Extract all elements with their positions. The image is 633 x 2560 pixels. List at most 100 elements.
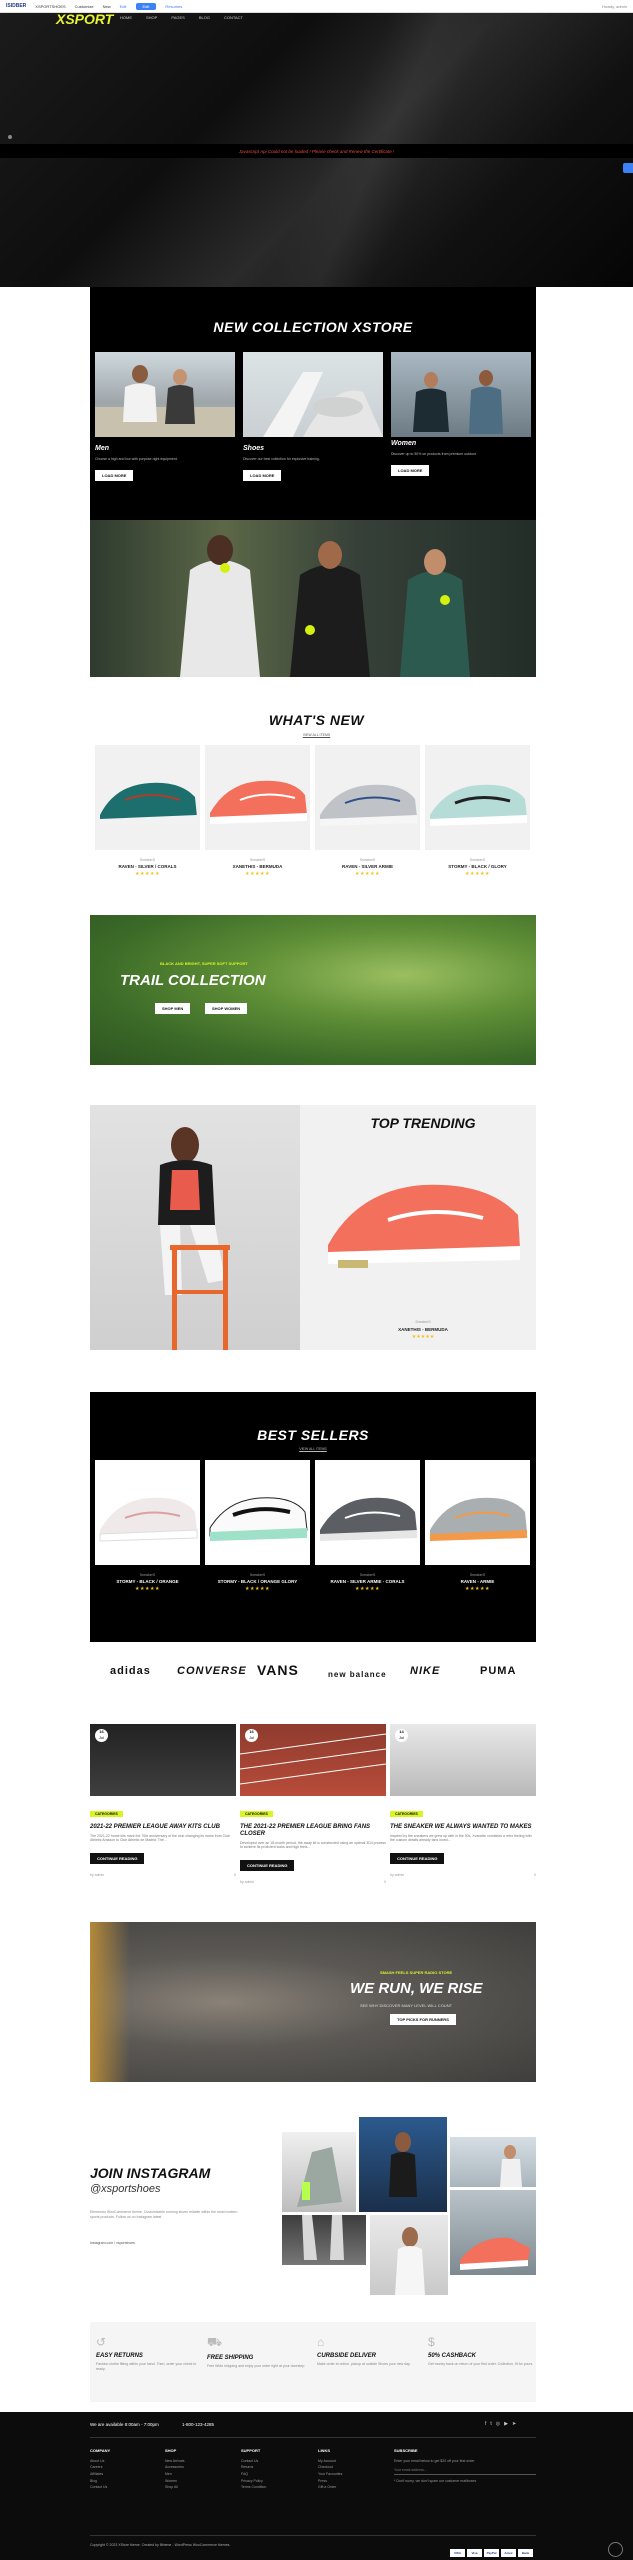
instagram-photo[interactable] <box>282 2215 366 2265</box>
admin-account[interactable]: Howdy, admin <box>602 4 627 9</box>
trending-name[interactable]: XANETHIS - BERMUDA <box>318 1327 528 1332</box>
blog-post-title[interactable]: THE 2021-22 PREMIER LEAGUE BRING FANS CL… <box>240 1824 386 1838</box>
product-image[interactable] <box>425 745 530 850</box>
footer-link[interactable]: Terms Condition <box>241 2484 266 2491</box>
footer-link[interactable]: Accessories <box>165 2464 184 2471</box>
blog-comments[interactable]: 0 <box>234 1873 236 1877</box>
blog-author[interactable]: by admin <box>390 1873 404 1877</box>
nav-shop[interactable]: SHOP <box>146 15 157 20</box>
blog-post-image[interactable]: 16 Jul <box>240 1724 386 1796</box>
nav-blog[interactable]: BLOG <box>199 15 210 20</box>
product-image[interactable] <box>315 1460 420 1565</box>
admin-item-resumes[interactable]: Resumes <box>165 4 182 9</box>
brand-logo-puma[interactable]: PUMA <box>480 1665 516 1677</box>
blog-category-tag[interactable]: CATEGORIES <box>240 1811 273 1817</box>
brand-logo-converse[interactable]: CONVERSE <box>177 1665 247 1677</box>
product-name[interactable]: STORMY - BLACK / ORANGE GLORY <box>205 1579 310 1584</box>
product-card[interactable]: SneakerS STORMY - BLACK / ORANGE ★★★★★ <box>95 1460 200 1592</box>
side-toggle-button[interactable] <box>623 163 633 173</box>
women-load-more-button[interactable]: LOAD MORE <box>391 465 430 476</box>
men-title[interactable]: Men <box>95 445 109 452</box>
shoes-category-image[interactable] <box>243 352 383 437</box>
shop-men-button[interactable]: SHOP MEN <box>155 1003 191 1014</box>
admin-edit-button[interactable]: Edit <box>135 2 157 10</box>
footer-link[interactable]: Checkout <box>318 2464 342 2471</box>
shop-women-button[interactable]: SHOP WOMEN <box>205 1003 248 1014</box>
product-image[interactable] <box>205 745 310 850</box>
blog-post-title[interactable]: 2021-22 PREMIER LEAGUE AWAY KITS CLUB <box>90 1824 236 1831</box>
footer-link[interactable]: FAQ <box>241 2471 266 2478</box>
footer-link[interactable]: My Account <box>318 2458 342 2465</box>
footer-link[interactable]: Your Favourites <box>318 2471 342 2478</box>
hotspot-marker[interactable] <box>220 563 230 573</box>
product-card[interactable]: SneakerS RAVEN - SILVER / CORALS ★★★★★ <box>95 745 200 877</box>
product-card[interactable]: SneakerS RAVEN - ARMIE ★★★★★ <box>425 1460 530 1592</box>
product-image[interactable] <box>425 1460 530 1565</box>
admin-item-customize[interactable]: Customize <box>75 4 94 9</box>
footer-link[interactable]: Careers <box>90 2464 110 2471</box>
instagram-link[interactable]: Instagram.com / xsportshoes <box>90 2241 135 2245</box>
instagram-photo[interactable] <box>370 2215 448 2295</box>
footer-link[interactable]: Blog <box>90 2478 110 2485</box>
brand-logo-vans[interactable]: VANS <box>257 1662 299 1678</box>
shoes-load-more-button[interactable]: LOAD MORE <box>243 470 282 481</box>
product-image[interactable] <box>95 1460 200 1565</box>
admin-site-link[interactable]: XSPORTSHOES <box>35 4 65 9</box>
footer-link[interactable]: New Arrivals <box>165 2458 184 2465</box>
footer-link[interactable]: Gift a Order <box>318 2484 342 2491</box>
footer-phone[interactable]: 1-800-123-4285 <box>182 2422 214 2427</box>
site-logo[interactable]: XSPORT <box>56 13 113 27</box>
footer-link[interactable]: Contact Us <box>90 2484 110 2491</box>
footer-link[interactable]: Men <box>165 2471 184 2478</box>
footer-link[interactable]: Women <box>165 2478 184 2485</box>
footer-link[interactable]: Contact Us <box>241 2458 266 2465</box>
blog-author[interactable]: by admin <box>90 1873 104 1877</box>
product-image[interactable] <box>315 745 420 850</box>
blog-post-image[interactable]: 14 Jul <box>390 1724 536 1796</box>
trending-product-image[interactable] <box>318 1160 528 1280</box>
instagram-icon[interactable]: ◎ <box>496 2421 504 2427</box>
men-load-more-button[interactable]: LOAD MORE <box>95 470 134 481</box>
whats-new-view-all-link[interactable]: VIEW ALL ITEMS <box>0 733 633 737</box>
blog-author[interactable]: by admin <box>240 1880 254 1884</box>
women-title[interactable]: Women <box>391 440 416 447</box>
top-picks-button[interactable]: TOP PICKS FOR RUNNERS <box>390 2014 456 2025</box>
blog-post-title[interactable]: THE SNEAKER WE ALWAYS WANTED TO MAKES <box>390 1824 536 1831</box>
product-card[interactable]: SneakerS XANETHIS - BERMUDA ★★★★★ <box>205 745 310 877</box>
footer-link[interactable]: Shop All <box>165 2484 184 2491</box>
footer-link[interactable]: Press <box>318 2478 342 2485</box>
brand-logo-nike[interactable]: NIKE <box>410 1665 440 1677</box>
admin-logo[interactable]: ISIDBER <box>6 3 26 9</box>
scroll-top-button[interactable] <box>608 2542 623 2557</box>
instagram-handle[interactable]: @xsportshoes <box>90 2183 160 2195</box>
hotspot-marker[interactable] <box>440 595 450 605</box>
youtube-icon[interactable]: ▶ <box>504 2421 512 2427</box>
nav-contact[interactable]: CONTACT <box>224 15 243 20</box>
continue-reading-button[interactable]: CONTINUE READING <box>240 1859 295 1871</box>
product-card[interactable]: SneakerS STORMY - BLACK / GLORY ★★★★★ <box>425 745 530 877</box>
instagram-photo[interactable] <box>282 2132 356 2212</box>
footer-link[interactable]: Returns <box>241 2464 266 2471</box>
blog-comments[interactable]: 0 <box>384 1880 386 1884</box>
nav-home[interactable]: HOME <box>120 15 132 20</box>
instagram-photo[interactable] <box>450 2137 536 2187</box>
blog-post-image[interactable]: 16 Jul <box>90 1724 236 1796</box>
blog-category-tag[interactable]: CATEGORIES <box>390 1811 423 1817</box>
footer-link[interactable]: About Us <box>90 2458 110 2465</box>
brand-logo-new-balance[interactable]: new balance <box>328 1670 387 1679</box>
footer-link[interactable]: Privacy Policy <box>241 2478 266 2485</box>
admin-item-new[interactable]: New <box>103 4 111 9</box>
best-sellers-view-all-link[interactable]: VIEW ALL ITEMS <box>90 1447 536 1451</box>
product-name[interactable]: RAVEN - ARMIE <box>425 1579 530 1584</box>
blog-category-tag[interactable]: CATEGORIES <box>90 1811 123 1817</box>
product-image[interactable] <box>95 745 200 850</box>
footer-link[interactable]: Affiliates <box>90 2471 110 2478</box>
product-card[interactable]: SneakerS RAVEN - SILVER ARMIE ★★★★★ <box>315 745 420 877</box>
product-name[interactable]: STORMY - BLACK / ORANGE <box>95 1579 200 1584</box>
subscribe-email-input[interactable] <box>394 2466 536 2476</box>
shoes-title[interactable]: Shoes <box>243 445 264 452</box>
blog-comments[interactable]: 0 <box>534 1873 536 1877</box>
product-card[interactable]: SneakerS STORMY - BLACK / ORANGE GLORY ★… <box>205 1460 310 1592</box>
men-category-image[interactable] <box>95 352 235 437</box>
product-name[interactable]: RAVEN - SILVER ARMIE - CORALS <box>315 1579 420 1584</box>
